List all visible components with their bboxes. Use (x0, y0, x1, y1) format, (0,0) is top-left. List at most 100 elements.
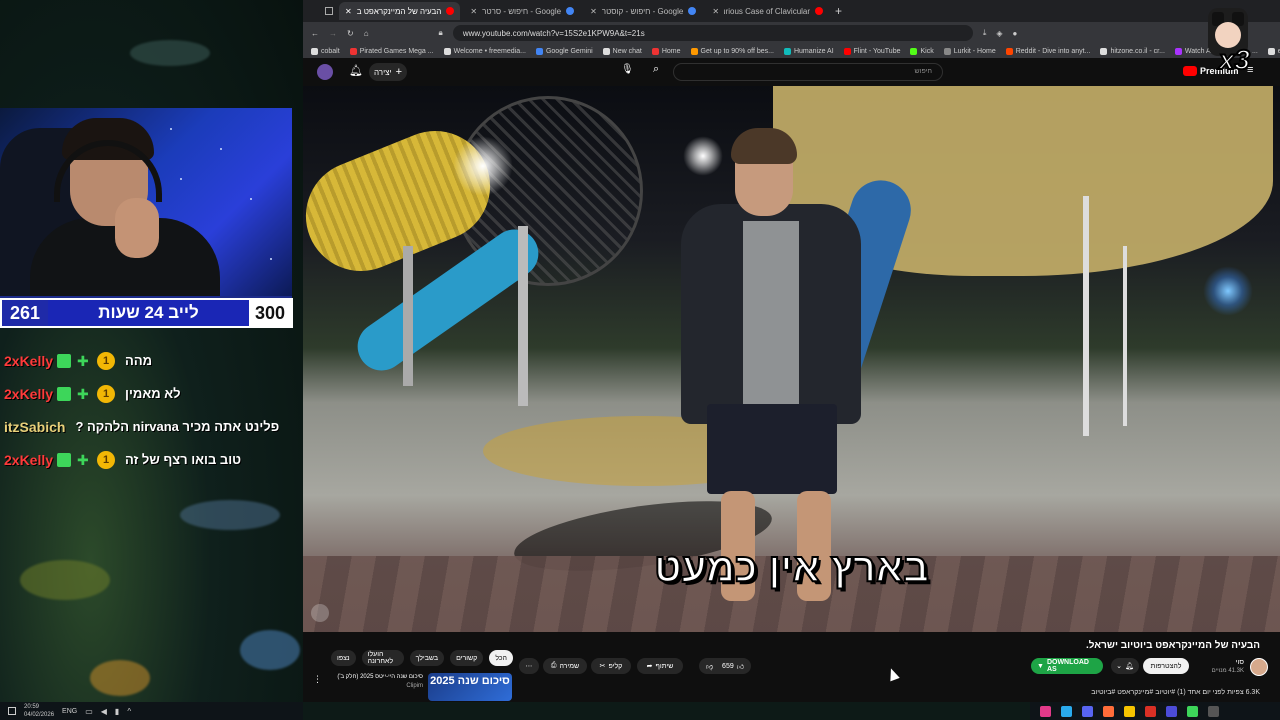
bookmark-label: Reddit - Dive into anyt... (1015, 47, 1091, 55)
bookmark-item[interactable]: Home (651, 47, 681, 55)
like-icon[interactable]: 👍︎ (737, 662, 744, 671)
bookmark-item[interactable]: Kick (910, 47, 934, 55)
tab-search-icon[interactable] (325, 7, 333, 15)
bookmark-label: New chat (612, 47, 642, 55)
bell-icon[interactable]: 🔔︎ (349, 64, 363, 77)
youtube-header: 🔔︎ יצירה + 🎙︎ ⌕ חיפוש Premium ≡ (303, 58, 1280, 86)
browser-tab[interactable]: Google - חיפוש - קוסטר ✕ (584, 2, 702, 20)
download-icon[interactable]: ⤓ (983, 28, 987, 38)
forward-icon[interactable]: → (329, 29, 337, 38)
browser-tab[interactable]: הבעיה של המיינקראפט ב ✕ (339, 2, 461, 20)
discord-icon[interactable] (1082, 705, 1093, 717)
bookmark-item[interactable]: Lurkit - Home (943, 47, 996, 55)
recommended-video[interactable]: סיכום שנה 2025 סיכום שנה היי-ייטס 2025 (… (313, 672, 513, 701)
bookmark-item[interactable]: hitzone.co.il - cr... (1100, 47, 1165, 55)
app-icon[interactable] (1187, 705, 1198, 717)
reload-icon[interactable]: ↻ (347, 29, 354, 38)
home-icon[interactable]: ⌂ (364, 29, 369, 38)
bookmark-item[interactable]: Pirated Games Mega ... (349, 47, 434, 55)
more-actions-button[interactable]: ⋯ (519, 658, 539, 674)
tab-close-icon[interactable]: ✕ (590, 7, 597, 16)
filter-chip[interactable]: בשבילך (409, 650, 445, 666)
profile-icon[interactable]: ● (1013, 29, 1018, 38)
chat-username[interactable]: itzSabich (4, 419, 65, 435)
bookmark-label: Google Gemini (545, 47, 593, 55)
lang-indicator[interactable]: ENG (62, 708, 77, 715)
bookmark-item[interactable]: Get up to 90% off bes... (690, 47, 774, 55)
chrome-icon[interactable] (1145, 705, 1156, 717)
share-button[interactable]: ➦ שיתוף (637, 658, 683, 674)
subscribe-label: להצטרפות (1150, 662, 1182, 670)
bookmark-favicon-icon (535, 47, 543, 55)
bookmark-item[interactable]: Reddit - Dive into anyt... (1005, 47, 1091, 55)
tab-close-icon[interactable]: ✕ (712, 7, 719, 16)
bookmark-label: Kick (920, 47, 934, 55)
firefox-icon[interactable] (1103, 705, 1114, 717)
tab-close-icon[interactable]: ✕ (470, 7, 477, 16)
like-dislike-button[interactable]: 👎︎ 659 👍︎ (699, 658, 751, 674)
bookmark-label: Humanize AI (793, 47, 834, 55)
avatar[interactable] (317, 64, 333, 80)
filter-chip[interactable]: הכל (489, 650, 513, 666)
bookmark-item[interactable]: Flint - YouTube (843, 47, 900, 55)
coin-badge-icon: 1 (97, 384, 116, 403)
notification-bell-button[interactable]: ⌄ 🔔︎ (1111, 658, 1139, 674)
bookmark-item[interactable]: cobalt (311, 47, 340, 55)
filter-chip[interactable]: הועלו לאחרונה (361, 650, 404, 666)
tab-favicon-icon (688, 7, 697, 15)
terminal-icon[interactable] (1208, 705, 1219, 717)
chat-username[interactable]: 2xKelly (4, 452, 53, 468)
chat-username[interactable]: 2xKelly (4, 353, 53, 369)
back-icon[interactable]: ← (311, 29, 319, 38)
volume-icon[interactable]: ◀ (101, 707, 107, 716)
app-icon[interactable] (1166, 705, 1177, 717)
bookmark-label: Get up to 90% off bes... (700, 47, 774, 55)
channel-avatar[interactable] (1250, 658, 1268, 676)
bookmark-favicon-icon (910, 47, 918, 55)
search-input[interactable]: חיפוש (673, 63, 943, 81)
bookmark-favicon-icon (651, 47, 659, 55)
wifi-icon[interactable]: ▭ (85, 707, 93, 716)
app-icon[interactable] (1040, 705, 1051, 717)
tab-close-icon[interactable]: ✕ (345, 7, 352, 16)
filter-chip[interactable]: נצפו (331, 650, 356, 666)
dislike-icon[interactable]: 👎︎ (706, 662, 713, 671)
address-bar[interactable]: www.youtube.com/watch?v=15S2e1KPW9A&t=21… (452, 25, 973, 41)
bookmark-item[interactable]: embyILTV (1267, 47, 1280, 55)
recommended-more-icon[interactable]: ⋮ (313, 674, 322, 685)
clip-button[interactable]: ✂ קליפ (591, 658, 631, 674)
new-tab-button[interactable]: + (835, 4, 842, 18)
battery-icon[interactable]: ▮ (115, 707, 119, 716)
chat-feed: 2xKelly ✚ 1 מהה 2xKelly ✚ 1 לא מאמין itzSabich פל… (4, 344, 300, 476)
channel-name[interactable]: סוי (1236, 659, 1244, 666)
mic-icon[interactable]: 🎙︎ (621, 64, 634, 75)
filter-chip[interactable]: קשורים (450, 650, 484, 666)
bookmark-item[interactable]: Humanize AI (783, 47, 834, 55)
telegram-icon[interactable] (1061, 705, 1072, 717)
bookmark-item[interactable]: Google Gemini (535, 47, 593, 55)
create-label: יצירה (373, 67, 392, 77)
download-as-button[interactable]: ▼ DOWNLOAD AS (1031, 658, 1103, 674)
chevron-up-icon[interactable]: ^ (127, 707, 131, 716)
chat-username[interactable]: 2xKelly (4, 386, 53, 402)
recommended-thumbnail[interactable]: סיכום שנה 2025 (428, 673, 512, 701)
bookmark-item[interactable]: Welcome • freemedia... (443, 47, 526, 55)
browser-tab[interactable]: The Curious Case of Clavicular ✕ (706, 2, 829, 20)
clover-badge-icon: ✚ (77, 385, 89, 402)
clock-time[interactable]: 20:59 (24, 703, 54, 711)
subscribe-button[interactable]: להצטרפות (1143, 658, 1189, 674)
chat-message: 2xKelly ✚ 1 טוב בואו רצף של זה (4, 443, 300, 476)
bookmark-item[interactable]: New chat (602, 47, 642, 55)
folder-icon[interactable] (1124, 705, 1135, 717)
video-description[interactable]: 6.3K צפיות לפני יום אחד (1) #יוטיוב #מיי… (1091, 689, 1260, 696)
search-icon[interactable]: ⌕ (653, 63, 659, 76)
bookmark-label: cobalt (321, 47, 340, 55)
create-button[interactable]: יצירה + (369, 63, 407, 81)
notification-icon[interactable] (8, 707, 16, 715)
extensions-icon[interactable]: ◈ (996, 29, 1002, 38)
video-player[interactable]: בארץ אין כמעט (303, 86, 1280, 632)
save-button[interactable]: ⎙ שמירה (543, 658, 587, 674)
plus-icon: + (395, 66, 403, 78)
browser-tab[interactable]: Google - חיפוש - סרטר ✕ (464, 2, 580, 20)
clock-date[interactable]: 04/02/2026 (24, 711, 54, 719)
